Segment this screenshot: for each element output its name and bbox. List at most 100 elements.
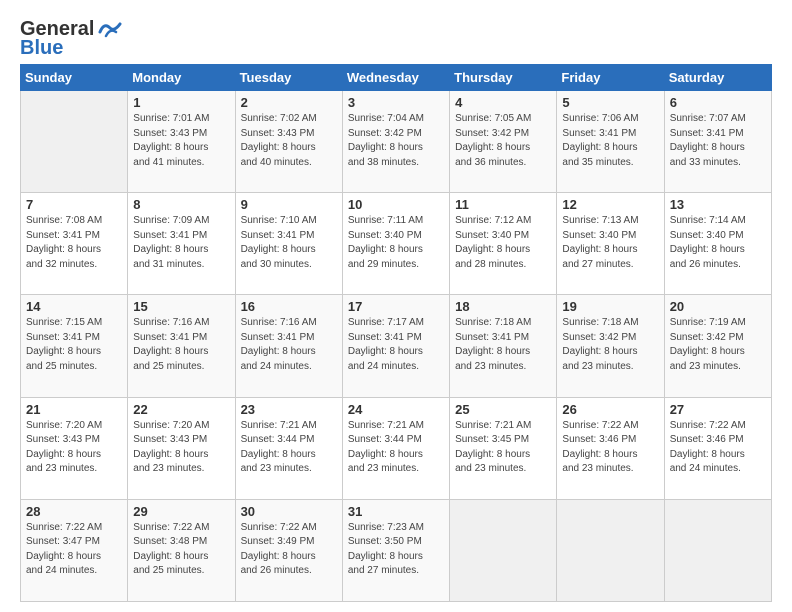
calendar-cell: 22Sunrise: 7:20 AMSunset: 3:43 PMDayligh… <box>128 397 235 499</box>
day-info: Sunrise: 7:05 AMSunset: 3:42 PMDaylight:… <box>455 112 551 170</box>
day-number: 3 <box>348 95 444 110</box>
day-number: 28 <box>26 504 122 519</box>
calendar-cell: 14 Sunrise: 7:15 AMSunset: 3:41 PMDayligh… <box>21 295 128 397</box>
calendar-week-row: 7Sunrise: 7:08 AMSunset: 3:41 PMDaylight… <box>21 193 772 295</box>
calendar-cell: 27 Sunrise: 7:22 AMSunset: 3:46 PMDayligh… <box>664 397 771 499</box>
day-info: Sunrise: 7:14 AMSunset: 3:40 PMDaylight:… <box>670 214 766 272</box>
day-info: Sunrise: 7:12 AMSunset: 3:40 PMDaylight:… <box>455 214 551 272</box>
calendar-cell: 15 Sunrise: 7:16 AMSunset: 3:41 PMDayligh… <box>128 295 235 397</box>
calendar-cell: 13 Sunrise: 7:14 AMSunset: 3:40 PMDayligh… <box>664 193 771 295</box>
page-header: General Blue <box>20 18 772 60</box>
day-number: 11 <box>455 197 551 212</box>
calendar-cell: 4 Sunrise: 7:05 AMSunset: 3:42 PMDaylight… <box>450 91 557 193</box>
calendar-cell: 24Sunrise: 7:21 AMSunset: 3:44 PMDayligh… <box>342 397 449 499</box>
calendar-cell: 26 Sunrise: 7:22 AMSunset: 3:46 PMDayligh… <box>557 397 664 499</box>
day-number: 22 <box>133 402 229 417</box>
day-number: 16 <box>241 299 337 314</box>
calendar-cell: 20 Sunrise: 7:19 AMSunset: 3:42 PMDayligh… <box>664 295 771 397</box>
calendar-cell: 5 Sunrise: 7:06 AMSunset: 3:41 PMDaylight… <box>557 91 664 193</box>
day-number: 13 <box>670 197 766 212</box>
day-number: 6 <box>670 95 766 110</box>
day-info: Sunrise: 7:08 AMSunset: 3:41 PMDaylight:… <box>26 214 122 272</box>
day-number: 5 <box>562 95 658 110</box>
calendar-cell <box>450 499 557 601</box>
day-info: Sunrise: 7:21 AMSunset: 3:45 PMDaylight:… <box>455 419 551 477</box>
day-number: 18 <box>455 299 551 314</box>
weekday-header-tuesday: Tuesday <box>235 65 342 91</box>
day-info: Sunrise: 7:23 AMSunset: 3:50 PMDaylight:… <box>348 521 444 579</box>
day-number: 27 <box>670 402 766 417</box>
day-info: Sunrise: 7:04 AMSunset: 3:42 PMDaylight:… <box>348 112 444 170</box>
day-info: Sunrise: 7:02 AMSunset: 3:43 PMDaylight:… <box>241 112 337 170</box>
day-info: Sunrise: 7:19 AMSunset: 3:42 PMDaylight:… <box>670 316 766 374</box>
day-number: 10 <box>348 197 444 212</box>
calendar-cell <box>557 499 664 601</box>
calendar-cell <box>664 499 771 601</box>
day-info: Sunrise: 7:22 AMSunset: 3:46 PMDaylight:… <box>670 419 766 477</box>
day-info: Sunrise: 7:22 AMSunset: 3:46 PMDaylight:… <box>562 419 658 477</box>
day-info: Sunrise: 7:17 AMSunset: 3:41 PMDaylight:… <box>348 316 444 374</box>
calendar-page: General Blue SundayMondayTuesdayWednesda… <box>0 0 792 612</box>
weekday-header-row: SundayMondayTuesdayWednesdayThursdayFrid… <box>21 65 772 91</box>
day-info: Sunrise: 7:15 AMSunset: 3:41 PMDaylight:… <box>26 316 122 374</box>
weekday-header-wednesday: Wednesday <box>342 65 449 91</box>
calendar-cell: 31 Sunrise: 7:23 AMSunset: 3:50 PMDayligh… <box>342 499 449 601</box>
logo-wave-icon <box>96 18 124 40</box>
day-info: Sunrise: 7:21 AMSunset: 3:44 PMDaylight:… <box>348 419 444 477</box>
day-number: 23 <box>241 402 337 417</box>
calendar-cell: 1Sunrise: 7:01 AMSunset: 3:43 PMDaylight… <box>128 91 235 193</box>
day-number: 4 <box>455 95 551 110</box>
calendar-cell: 16 Sunrise: 7:16 AMSunset: 3:41 PMDayligh… <box>235 295 342 397</box>
day-info: Sunrise: 7:06 AMSunset: 3:41 PMDaylight:… <box>562 112 658 170</box>
day-number: 8 <box>133 197 229 212</box>
calendar-cell: 10 Sunrise: 7:11 AMSunset: 3:40 PMDayligh… <box>342 193 449 295</box>
calendar-cell: 3 Sunrise: 7:04 AMSunset: 3:42 PMDaylight… <box>342 91 449 193</box>
calendar-cell: 28 Sunrise: 7:22 AMSunset: 3:47 PMDayligh… <box>21 499 128 601</box>
calendar-cell: 8 Sunrise: 7:09 AMSunset: 3:41 PMDaylight… <box>128 193 235 295</box>
day-info: Sunrise: 7:20 AMSunset: 3:43 PMDaylight:… <box>26 419 122 477</box>
calendar-cell: 19 Sunrise: 7:18 AMSunset: 3:42 PMDayligh… <box>557 295 664 397</box>
day-info: Sunrise: 7:13 AMSunset: 3:40 PMDaylight:… <box>562 214 658 272</box>
calendar-cell: 30 Sunrise: 7:22 AMSunset: 3:49 PMDayligh… <box>235 499 342 601</box>
day-info: Sunrise: 7:10 AMSunset: 3:41 PMDaylight:… <box>241 214 337 272</box>
day-number: 25 <box>455 402 551 417</box>
day-number: 2 <box>241 95 337 110</box>
day-info: Sunrise: 7:18 AMSunset: 3:42 PMDaylight:… <box>562 316 658 374</box>
day-info: Sunrise: 7:07 AMSunset: 3:41 PMDaylight:… <box>670 112 766 170</box>
weekday-header-thursday: Thursday <box>450 65 557 91</box>
day-number: 1 <box>133 95 229 110</box>
day-info: Sunrise: 7:22 AMSunset: 3:48 PMDaylight:… <box>133 521 229 579</box>
calendar-cell: 17Sunrise: 7:17 AMSunset: 3:41 PMDayligh… <box>342 295 449 397</box>
calendar-cell: 18Sunrise: 7:18 AMSunset: 3:41 PMDayligh… <box>450 295 557 397</box>
calendar-week-row: 21 Sunrise: 7:20 AMSunset: 3:43 PMDayligh… <box>21 397 772 499</box>
day-number: 29 <box>133 504 229 519</box>
day-number: 15 <box>133 299 229 314</box>
logo-blue-text: Blue <box>20 37 63 60</box>
weekday-header-sunday: Sunday <box>21 65 128 91</box>
day-info: Sunrise: 7:16 AMSunset: 3:41 PMDaylight:… <box>133 316 229 374</box>
day-info: Sunrise: 7:21 AMSunset: 3:44 PMDaylight:… <box>241 419 337 477</box>
calendar-cell: 11 Sunrise: 7:12 AMSunset: 3:40 PMDayligh… <box>450 193 557 295</box>
calendar-week-row: 14 Sunrise: 7:15 AMSunset: 3:41 PMDayligh… <box>21 295 772 397</box>
calendar-cell: 21 Sunrise: 7:20 AMSunset: 3:43 PMDayligh… <box>21 397 128 499</box>
day-number: 26 <box>562 402 658 417</box>
calendar-cell: 9 Sunrise: 7:10 AMSunset: 3:41 PMDaylight… <box>235 193 342 295</box>
day-info: Sunrise: 7:11 AMSunset: 3:40 PMDaylight:… <box>348 214 444 272</box>
calendar-cell: 7Sunrise: 7:08 AMSunset: 3:41 PMDaylight… <box>21 193 128 295</box>
logo: General Blue <box>20 18 124 60</box>
day-info: Sunrise: 7:22 AMSunset: 3:49 PMDaylight:… <box>241 521 337 579</box>
day-number: 14 <box>26 299 122 314</box>
day-number: 20 <box>670 299 766 314</box>
day-number: 31 <box>348 504 444 519</box>
calendar-cell: 25 Sunrise: 7:21 AMSunset: 3:45 PMDayligh… <box>450 397 557 499</box>
day-info: Sunrise: 7:16 AMSunset: 3:41 PMDaylight:… <box>241 316 337 374</box>
day-number: 21 <box>26 402 122 417</box>
day-info: Sunrise: 7:09 AMSunset: 3:41 PMDaylight:… <box>133 214 229 272</box>
weekday-header-monday: Monday <box>128 65 235 91</box>
day-number: 19 <box>562 299 658 314</box>
day-info: Sunrise: 7:22 AMSunset: 3:47 PMDaylight:… <box>26 521 122 579</box>
day-number: 30 <box>241 504 337 519</box>
weekday-header-saturday: Saturday <box>664 65 771 91</box>
day-number: 9 <box>241 197 337 212</box>
calendar-cell: 6 Sunrise: 7:07 AMSunset: 3:41 PMDaylight… <box>664 91 771 193</box>
